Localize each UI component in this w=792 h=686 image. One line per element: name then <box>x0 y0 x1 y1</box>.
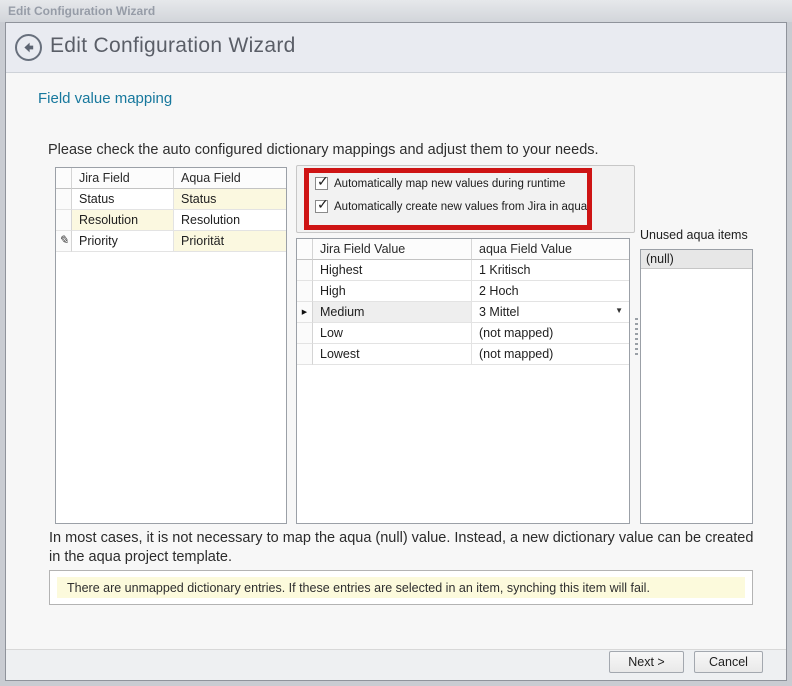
table-row-low: Low (not mapped) <box>297 323 629 344</box>
cell-aqua-value[interactable]: (not mapped) <box>472 344 629 365</box>
checkbox-auto-create-values[interactable]: ✓ Automatically create new values from J… <box>315 200 587 213</box>
cell-jira-field[interactable]: Status <box>72 189 174 210</box>
page-title: Edit Configuration Wizard <box>50 34 296 58</box>
combobox-value: 3 Mittel <box>479 305 519 319</box>
note-text: In most cases, it is not necessary to ma… <box>49 529 757 567</box>
cell-jira-field[interactable]: Resolution <box>72 210 174 231</box>
window-titlebar: Edit Configuration Wizard <box>0 0 792 22</box>
checkbox-icon[interactable]: ✓ <box>315 177 328 190</box>
cell-aqua-value[interactable]: (not mapped) <box>472 323 629 344</box>
unused-aqua-items-label: Unused aqua items <box>640 228 748 242</box>
table-row-lowest: Lowest (not mapped) <box>297 344 629 365</box>
column-header-jira-field-value[interactable]: Jira Field Value <box>313 239 472 260</box>
warning-message: There are unmapped dictionary entries. I… <box>57 577 745 598</box>
cell-jira-value[interactable]: High <box>313 281 472 302</box>
row-selector[interactable] <box>297 344 313 365</box>
checkmark-icon: ✓ <box>317 197 329 211</box>
warning-box: There are unmapped dictionary entries. I… <box>49 570 753 605</box>
table-row-resolution: Resolution Resolution <box>56 210 286 231</box>
column-header-aqua-field[interactable]: Aqua Field <box>174 168 286 189</box>
cell-aqua-field[interactable]: Status <box>174 189 286 210</box>
row-selector[interactable] <box>297 281 313 302</box>
wizard-header: Edit Configuration Wizard <box>6 23 786 73</box>
table-row-highest: Highest 1 Kritisch <box>297 260 629 281</box>
dropdown-arrow-icon[interactable]: ▼ <box>615 306 623 315</box>
edit-pencil-icon: ✎ <box>58 233 68 247</box>
section-title: Field value mapping <box>38 90 172 107</box>
unused-aqua-items-list[interactable]: (null) <box>640 249 753 524</box>
cell-aqua-value[interactable]: 2 Hoch <box>472 281 629 302</box>
cell-aqua-field[interactable]: Priorität <box>174 231 286 252</box>
checkmark-icon: ✓ <box>317 174 329 188</box>
row-selector-current[interactable]: ▶ <box>297 302 313 323</box>
table-row-medium: ▶ Medium 3 Mittel ▼ <box>297 302 629 323</box>
instruction-text: Please check the auto configured diction… <box>48 142 599 158</box>
table-row-priority: ✎ Priority Priorität <box>56 231 286 252</box>
field-table-header-row: Jira Field Aqua Field <box>56 168 286 189</box>
field-mapping-table: Jira Field Aqua Field Status Status Reso… <box>55 167 287 524</box>
row-selector[interactable] <box>297 323 313 344</box>
list-item-null[interactable]: (null) <box>641 250 752 269</box>
cancel-button[interactable]: Cancel <box>694 651 763 673</box>
window-title: Edit Configuration Wizard <box>8 4 155 18</box>
cell-jira-field[interactable]: Priority <box>72 231 174 252</box>
column-header-jira-field[interactable]: Jira Field <box>72 168 174 189</box>
cell-aqua-value[interactable]: 1 Kritisch <box>472 260 629 281</box>
checkbox-icon[interactable]: ✓ <box>315 200 328 213</box>
cell-jira-value[interactable]: Low <box>313 323 472 344</box>
row-selector[interactable] <box>56 210 72 231</box>
cell-aqua-value-combobox[interactable]: 3 Mittel ▼ <box>472 302 629 323</box>
arrow-left-icon <box>21 40 36 55</box>
checkbox-label[interactable]: Automatically create new values from Jir… <box>334 201 587 213</box>
vertical-splitter-grip[interactable] <box>635 318 638 358</box>
auto-mapping-options-panel: ✓ Automatically map new values during ru… <box>296 165 635 233</box>
back-button[interactable] <box>15 34 42 61</box>
cell-jira-value[interactable]: Medium <box>313 302 472 323</box>
row-selector-header <box>56 168 72 189</box>
table-row-status: Status Status <box>56 189 286 210</box>
cell-jira-value[interactable]: Highest <box>313 260 472 281</box>
value-mapping-table: Jira Field Value aqua Field Value Highes… <box>296 238 630 524</box>
checkbox-label[interactable]: Automatically map new values during runt… <box>334 178 565 190</box>
row-selector-header <box>297 239 313 260</box>
table-row-high: High 2 Hoch <box>297 281 629 302</box>
checkbox-auto-map-values[interactable]: ✓ Automatically map new values during ru… <box>315 177 565 190</box>
value-table-header-row: Jira Field Value aqua Field Value <box>297 239 629 260</box>
cell-aqua-field[interactable]: Resolution <box>174 210 286 231</box>
wizard-dialog: Edit Configuration Wizard Field value ma… <box>5 22 787 681</box>
row-selector[interactable]: ✎ <box>56 231 72 252</box>
row-selector[interactable] <box>56 189 72 210</box>
current-row-arrow-icon: ▶ <box>302 308 307 316</box>
cell-jira-value[interactable]: Lowest <box>313 344 472 365</box>
row-selector[interactable] <box>297 260 313 281</box>
column-header-aqua-field-value[interactable]: aqua Field Value <box>472 239 629 260</box>
next-button[interactable]: Next > <box>609 651 684 673</box>
